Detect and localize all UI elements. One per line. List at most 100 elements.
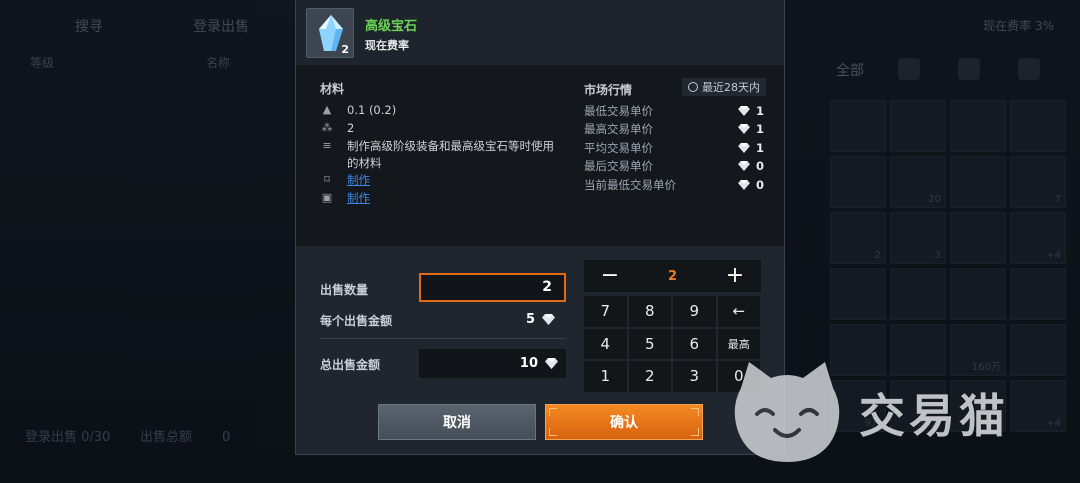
- cat-logo-icon: [734, 362, 840, 462]
- unit-price-value: 5: [526, 312, 536, 327]
- dialog-header: 2 高级宝石 现在费率: [296, 0, 784, 66]
- cube-category-icon[interactable]: [958, 58, 980, 80]
- diamond-icon: [738, 161, 750, 171]
- weight-value: 0.1 (0.2): [347, 103, 397, 117]
- stepper-value: 2: [667, 268, 678, 284]
- diamond-icon: [738, 124, 750, 134]
- inventory-slot[interactable]: 20: [890, 156, 946, 208]
- confirm-button[interactable]: 确认: [545, 404, 703, 440]
- digit-key[interactable]: 6: [673, 328, 716, 359]
- inventory-slot[interactable]: 3: [890, 212, 946, 264]
- market-value-text: 0: [755, 177, 764, 192]
- market-value-text: 1: [755, 122, 764, 136]
- market-row-value: 1: [738, 122, 764, 136]
- diamond-icon: [738, 105, 750, 116]
- category-all[interactable]: 全部: [836, 60, 864, 80]
- inventory-slot[interactable]: +4: [1010, 212, 1066, 264]
- unit-price-label: 每个出售金额: [320, 314, 393, 328]
- digit-key[interactable]: 5: [628, 328, 671, 359]
- craft-row-1: ⌑ 制作: [320, 172, 555, 189]
- quantity-label: 出售数量: [320, 283, 369, 297]
- digit-key[interactable]: 9: [673, 296, 716, 327]
- slot-label: +4: [1046, 418, 1061, 429]
- market-row-label: 平均交易单价: [584, 140, 653, 155]
- inventory-slot[interactable]: [950, 212, 1006, 264]
- market-row-value: 0: [738, 159, 764, 173]
- inventory-slot[interactable]: [1010, 324, 1066, 376]
- inventory-slot[interactable]: [1010, 100, 1066, 152]
- backspace-key[interactable]: ←: [717, 296, 760, 327]
- market-row: 当前最低交易单价 0: [584, 176, 764, 193]
- quantity-stepper: − 2 +: [584, 260, 761, 292]
- craft-link[interactable]: 制作: [347, 190, 555, 207]
- diamond-icon: [545, 358, 558, 369]
- inventory-slot[interactable]: +4: [1010, 380, 1066, 432]
- market-row-label: 最高交易单价: [584, 122, 653, 136]
- inventory-slot[interactable]: [950, 100, 1006, 152]
- market-value-text: 1: [755, 140, 764, 155]
- digit-key[interactable]: 2: [628, 361, 671, 392]
- inventory-slot[interactable]: 7: [1010, 156, 1066, 208]
- count-value: 2: [347, 121, 355, 135]
- helmet-category-icon[interactable]: [898, 58, 920, 80]
- inventory-slot[interactable]: [1010, 268, 1066, 320]
- corner-ornament: [691, 408, 699, 416]
- inventory-slot[interactable]: [830, 156, 886, 208]
- item-quantity: 2: [341, 43, 349, 56]
- divider: [320, 338, 566, 339]
- diamond-icon: [738, 179, 750, 190]
- inventory-slot[interactable]: [950, 268, 1006, 320]
- listed-count: 登录出售 0/30: [25, 430, 111, 445]
- inventory-slot[interactable]: [830, 268, 886, 320]
- slot-label: +4: [1046, 250, 1061, 261]
- market-row-label: 最后交易单价: [584, 159, 653, 173]
- cancel-button[interactable]: 取消: [378, 404, 536, 440]
- decrement-button[interactable]: −: [600, 265, 620, 287]
- period-text: 最近28天内: [702, 81, 760, 94]
- sale-panel: 出售数量 2 每个出售金额 5 总出售金额 10 − 2 + 7 8 9 ← 4 5 6 最高…: [296, 246, 784, 454]
- slot-label: 20: [928, 194, 941, 205]
- market-row: 最后交易单价 0: [584, 158, 764, 175]
- weight-icon: ▲: [322, 103, 332, 116]
- inventory-slot[interactable]: [890, 268, 946, 320]
- tab-search[interactable]: 搜寻: [75, 16, 103, 36]
- sale-total-value: 0: [222, 430, 231, 445]
- corner-ornament: [691, 428, 699, 436]
- max-key[interactable]: 最高: [717, 328, 760, 359]
- watermark-text: 交易猫: [859, 389, 1009, 443]
- unit-price[interactable]: 5: [526, 312, 556, 327]
- money-bag-category-icon[interactable]: [1018, 58, 1040, 80]
- market-row-label: 最低交易单价: [584, 103, 653, 118]
- inventory-slot[interactable]: [890, 100, 946, 152]
- craft-link[interactable]: 制作: [347, 172, 555, 189]
- digit-key[interactable]: 1: [584, 361, 627, 392]
- description-row: ≡ 制作高级阶级装备和最高级宝石等时使用的材料: [320, 138, 555, 172]
- market-row-value: 1: [738, 141, 764, 155]
- slot-label: 7: [1054, 194, 1061, 205]
- item-name: 高级宝石: [365, 19, 418, 34]
- market-row-value: 0: [738, 178, 764, 192]
- tab-list-for-sale[interactable]: 登录出售: [193, 16, 249, 36]
- diamond-icon: [542, 314, 556, 325]
- column-name: 名称: [206, 56, 231, 70]
- digit-key[interactable]: 8: [628, 296, 671, 327]
- column-level: 等级: [30, 56, 55, 70]
- inventory-slot[interactable]: [830, 100, 886, 152]
- craft-row-2: ▣ 制作: [320, 190, 555, 207]
- increment-button[interactable]: +: [725, 265, 745, 287]
- period-badge: 最近28天内: [682, 78, 766, 96]
- market-row: 最高交易单价 1: [584, 121, 764, 138]
- digit-key[interactable]: 4: [584, 328, 627, 359]
- inventory-slot[interactable]: 2: [830, 212, 886, 264]
- fee-rate-label: 现在费率 3%: [983, 19, 1054, 33]
- digit-key[interactable]: 3: [673, 361, 716, 392]
- digit-key[interactable]: 7: [584, 296, 627, 327]
- item-info-panel: 材料 ▲ 0.1 (0.2) ⁂ 2 ≡ 制作高级阶级装备和最高级宝石等时使用的…: [296, 66, 784, 246]
- quantity-input[interactable]: 2: [419, 273, 566, 302]
- sale-total-label: 出售总额: [140, 430, 193, 445]
- item-description: 制作高级阶级装备和最高级宝石等时使用的材料: [347, 139, 554, 170]
- total-price-label: 总出售金额: [320, 358, 381, 372]
- total-price: 10: [419, 349, 566, 378]
- inventory-slot[interactable]: [950, 156, 1006, 208]
- corner-ornament: [549, 428, 557, 436]
